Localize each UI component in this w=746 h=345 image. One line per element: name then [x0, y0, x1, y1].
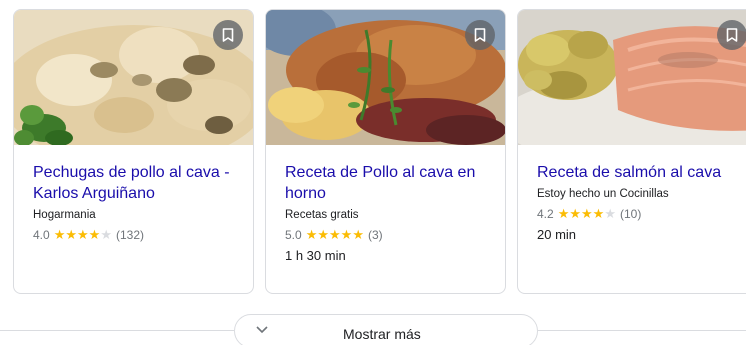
recipe-results: Pechugas de pollo al cava - Karlos Argui… — [0, 0, 746, 345]
star-icon: ★ — [53, 227, 66, 242]
star-icon: ★ — [317, 227, 329, 242]
recipe-source: Estoy hecho un Cocinillas — [537, 188, 669, 200]
divider — [0, 330, 234, 331]
star-icon: ★ — [77, 227, 89, 242]
show-more-label: Mostrar más — [343, 326, 421, 342]
save-button[interactable] — [717, 20, 746, 50]
bookmark-icon — [222, 28, 234, 42]
show-more-bar: Mostrar más — [0, 312, 746, 345]
rating-row: 4.0 ★★★★★ (132) — [33, 227, 243, 243]
recipe-info: Receta de Pollo al cava en horno Recetas… — [285, 162, 495, 265]
rating-value: 4.2 — [537, 207, 554, 221]
star-icon: ★ — [329, 227, 341, 242]
rating-value: 5.0 — [285, 228, 302, 242]
recipe-info: Receta de salmón al cava Estoy hecho un … — [537, 162, 746, 244]
review-count: (10) — [619, 207, 642, 221]
recipe-source: Recetas gratis — [285, 209, 359, 221]
rating-row: 5.0 ★★★★★ (3) — [285, 227, 495, 243]
recipe-info: Pechugas de pollo al cava - Karlos Argui… — [33, 162, 243, 247]
save-button[interactable] — [213, 20, 243, 50]
star-icon: ★ — [88, 227, 101, 242]
star-rating: ★★★★★ — [54, 227, 112, 243]
star-icon: ★ — [65, 227, 77, 242]
rating-value: 4.0 — [33, 228, 50, 242]
star-icon: ★ — [340, 227, 353, 242]
star-rating: ★★★★★ — [306, 227, 364, 243]
star-icon: ★ — [100, 227, 112, 242]
star-icon: ★ — [604, 206, 616, 221]
recipe-source: Hogarmania — [33, 209, 96, 221]
bookmark-icon — [726, 28, 738, 42]
review-count: (3) — [367, 228, 383, 242]
recipe-card[interactable]: Receta de salmón al cava Estoy hecho un … — [517, 9, 746, 294]
star-icon: ★ — [581, 206, 593, 221]
star-icon: ★ — [305, 227, 318, 242]
star-rating: ★★★★★ — [558, 206, 616, 222]
star-icon: ★ — [592, 206, 605, 221]
divider — [538, 330, 746, 331]
show-more-button[interactable]: Mostrar más — [234, 314, 538, 345]
cook-time: 1 h 30 min — [285, 248, 346, 263]
save-button[interactable] — [465, 20, 495, 50]
recipe-image[interactable] — [518, 10, 746, 145]
star-icon: ★ — [569, 206, 581, 221]
recipe-title-link[interactable]: Receta de Pollo al cava en horno — [285, 162, 495, 204]
chevron-down-icon — [256, 326, 268, 334]
cook-time: 20 min — [537, 227, 577, 242]
bookmark-icon — [474, 28, 486, 42]
recipe-card[interactable]: Pechugas de pollo al cava - Karlos Argui… — [13, 9, 254, 294]
rating-row: 4.2 ★★★★★ (10) — [537, 206, 746, 222]
recipe-card[interactable]: Receta de Pollo al cava en horno Recetas… — [265, 9, 506, 294]
review-count: (132) — [115, 228, 144, 242]
star-icon: ★ — [557, 206, 570, 221]
star-icon: ★ — [352, 227, 364, 242]
recipe-title-link[interactable]: Pechugas de pollo al cava - Karlos Argui… — [33, 162, 243, 204]
recipe-title-link[interactable]: Receta de salmón al cava — [537, 162, 746, 183]
recipe-carousel: Pechugas de pollo al cava - Karlos Argui… — [13, 9, 746, 295]
